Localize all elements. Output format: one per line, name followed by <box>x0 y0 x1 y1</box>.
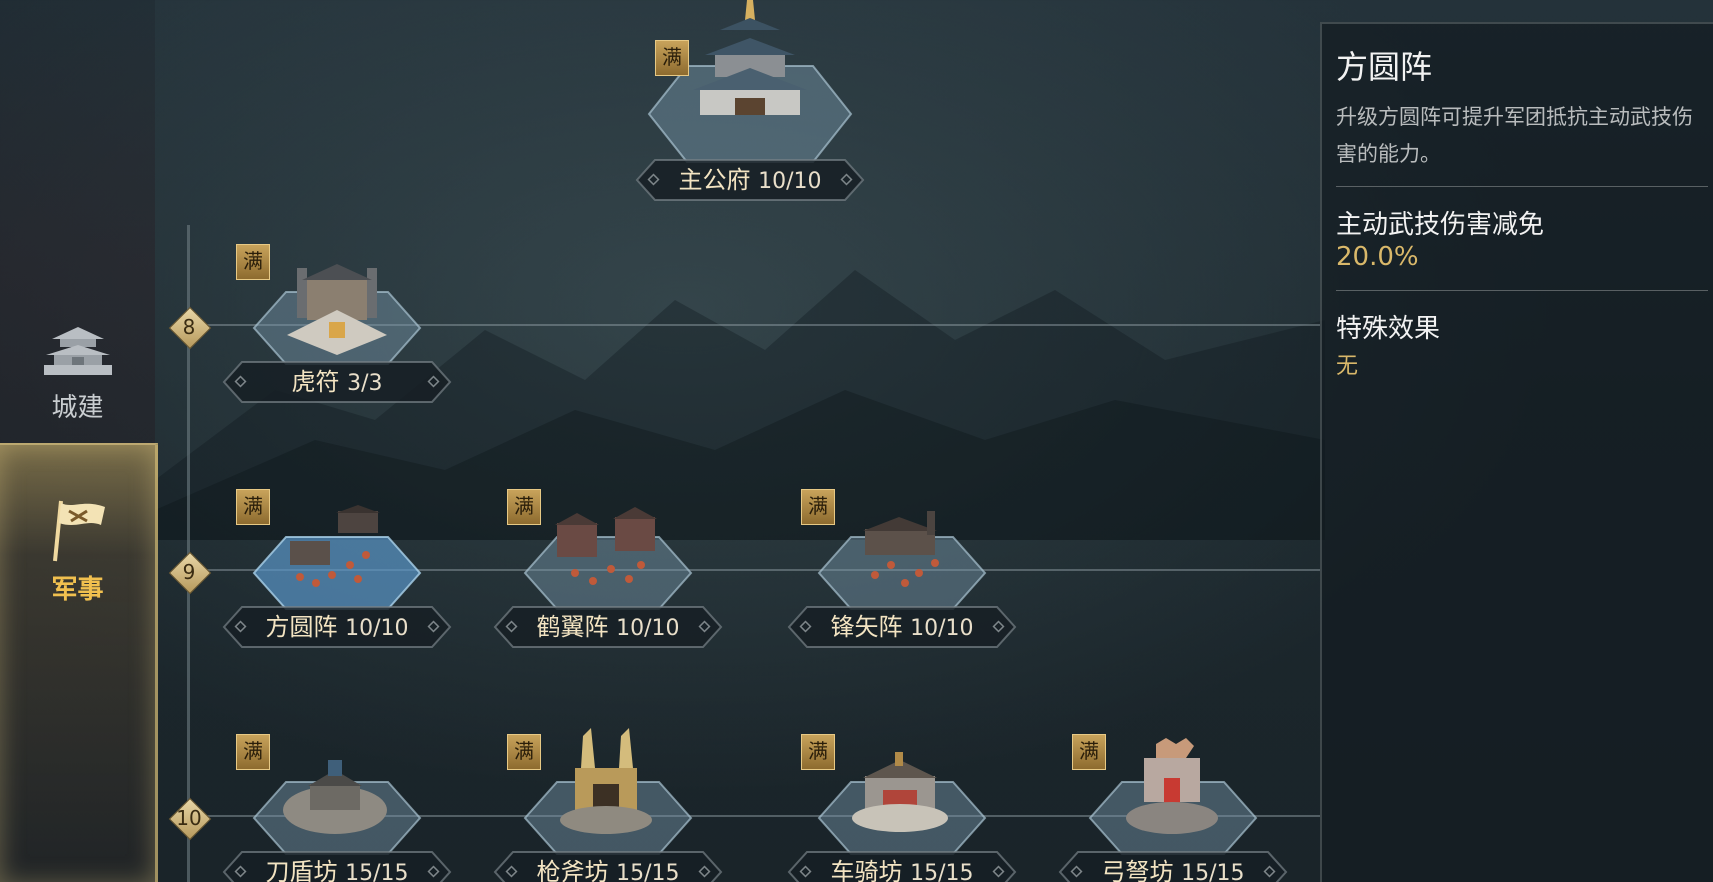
node-level: 10/10 <box>758 169 822 194</box>
node-level: 10/10 <box>616 616 680 641</box>
arrowhead-formation-icon <box>863 511 939 587</box>
node-lord-mansion[interactable]: 满 主公府 10/10 <box>635 0 865 224</box>
max-level-badge: 满 <box>1072 734 1106 770</box>
node-level: 15/15 <box>1181 861 1245 882</box>
node-tiger-tally[interactable]: 满 虎符 3/3 <box>222 244 452 434</box>
divider <box>1336 186 1708 187</box>
node-label: 主公府 10/10 <box>635 158 865 202</box>
divider <box>1336 290 1708 291</box>
node-level: 3/3 <box>347 371 383 396</box>
chariot-workshop-icon <box>852 752 948 832</box>
node-chariot-workshop[interactable]: 满 车骑坊 15/15 <box>787 734 1017 882</box>
tiger-tally-building-icon <box>287 264 387 355</box>
node-blade-shield-workshop[interactable]: 满 刀盾坊 15/15 <box>222 734 452 882</box>
node-level: 15/15 <box>345 861 409 882</box>
stat-label: 主动武技伤害减免 <box>1336 210 1545 240</box>
square-formation-icon <box>290 505 380 587</box>
war-flag-icon <box>52 500 105 562</box>
panel-description: 升级方圆阵可提升军团抵抗主动武技伤害的能力。 <box>1336 105 1693 166</box>
node-crane-wing-formation[interactable]: 满 鹤翼阵 10/10 <box>493 489 723 679</box>
tab-military[interactable]: 军事 <box>0 443 158 882</box>
node-name: 方圆阵 <box>265 613 338 641</box>
node-label: 弓弩坊 15/15 <box>1058 850 1288 882</box>
max-level-badge: 满 <box>507 734 541 770</box>
max-level-badge: 满 <box>236 244 270 280</box>
pagoda-icon <box>43 327 112 375</box>
max-level-badge: 满 <box>655 40 689 76</box>
node-label: 刀盾坊 15/15 <box>222 850 452 882</box>
tier-marker-10: 10 <box>168 797 212 841</box>
tab-military-label: 军事 <box>51 575 104 605</box>
tier-marker-9: 9 <box>168 551 212 595</box>
node-bow-workshop[interactable]: 满 弓弩坊 15/15 <box>1058 734 1288 882</box>
node-level: 10/10 <box>910 616 974 641</box>
max-level-badge: 满 <box>507 489 541 525</box>
panel-title: 方圆阵 <box>1336 48 1433 86</box>
node-name: 弓弩坊 <box>1101 858 1174 882</box>
palace-icon <box>693 0 807 115</box>
node-label: 锋矢阵 10/10 <box>787 605 1017 649</box>
tab-city-building[interactable]: 城建 <box>0 325 155 435</box>
node-spear-axe-workshop[interactable]: 满 枪斧坊 15/15 <box>493 728 723 882</box>
node-label: 鹤翼阵 10/10 <box>493 605 723 649</box>
blade-shield-workshop-icon <box>283 760 387 834</box>
max-level-badge: 满 <box>236 734 270 770</box>
node-arrowhead-formation[interactable]: 满 锋矢阵 10/10 <box>787 489 1017 679</box>
spear-axe-workshop-icon <box>560 728 652 834</box>
node-level: 15/15 <box>910 861 974 882</box>
node-name: 枪斧坊 <box>536 858 609 882</box>
node-name: 刀盾坊 <box>265 858 338 882</box>
node-name: 锋矢阵 <box>830 613 903 641</box>
category-sidebar: 城建 军事 <box>0 0 158 882</box>
node-name: 主公府 <box>678 166 751 194</box>
building-info-panel: 方圆阵 升级方圆阵可提升军团抵抗主动武技伤害的能力。 主动武技伤害减免 20.0… <box>1320 22 1713 882</box>
node-square-formation[interactable]: 满 方圆阵 10/10 <box>222 489 452 679</box>
node-name: 车骑坊 <box>830 858 903 882</box>
node-level: 15/15 <box>616 861 680 882</box>
tier-marker-8: 8 <box>168 306 212 350</box>
stat-value: 20.0% <box>1336 242 1419 272</box>
node-label: 车骑坊 15/15 <box>787 850 1017 882</box>
node-label: 方圆阵 10/10 <box>222 605 452 649</box>
node-label: 虎符 3/3 <box>222 360 452 404</box>
bow-workshop-icon <box>1126 738 1218 834</box>
node-name: 鹤翼阵 <box>536 613 609 641</box>
node-level: 10/10 <box>345 616 409 641</box>
max-level-badge: 满 <box>236 489 270 525</box>
effect-label: 特殊效果 <box>1336 314 1441 344</box>
max-level-badge: 满 <box>801 489 835 525</box>
effect-value: 无 <box>1336 354 1359 379</box>
node-name: 虎符 <box>291 368 340 396</box>
node-label: 枪斧坊 15/15 <box>493 850 723 882</box>
crane-wing-formation-icon <box>555 507 657 585</box>
tab-city-label: 城建 <box>51 393 104 423</box>
max-level-badge: 满 <box>801 734 835 770</box>
